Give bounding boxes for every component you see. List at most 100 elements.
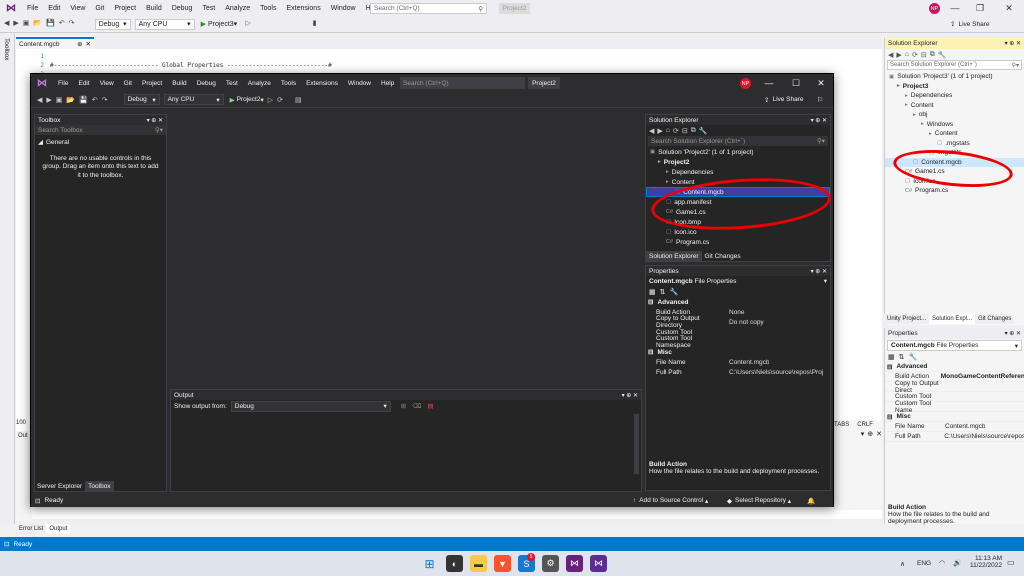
properties-icon[interactable]: 🔧 xyxy=(699,127,708,135)
props-section[interactable]: ⊟ Advanced xyxy=(646,297,830,307)
layout-icon[interactable]: ▤ xyxy=(295,96,302,104)
inner-maximize-button[interactable]: ☐ xyxy=(782,74,810,92)
alphabetical-icon[interactable]: ⇅ xyxy=(660,288,666,296)
tree-item[interactable]: ▸ Content xyxy=(885,129,1024,139)
save-icon[interactable]: 💾 xyxy=(79,96,88,104)
crlf-indicator[interactable]: CRLF xyxy=(857,422,873,428)
menu-item-window[interactable]: Window xyxy=(326,5,361,12)
menu-item-build[interactable]: Build xyxy=(141,5,167,12)
tab-solution-expl-[interactable]: Solution Expl... xyxy=(929,314,976,324)
redo-icon[interactable]: ↷ xyxy=(69,19,75,30)
menu-item-test[interactable]: Test xyxy=(221,80,243,87)
forward-icon[interactable]: ▶ xyxy=(657,127,662,135)
run-button[interactable]: ▶ Project3 ▾ xyxy=(201,20,238,29)
tree-item[interactable]: ▢ .mgstats xyxy=(885,139,1024,149)
show-all-icon[interactable]: ⧉ xyxy=(691,127,696,135)
collapse-icon[interactable]: ⊟ xyxy=(682,127,688,135)
toolbox-tab[interactable]: Toolbox xyxy=(3,38,10,60)
menu-item-analyze[interactable]: Analyze xyxy=(220,5,255,12)
outer-props-object[interactable]: Content.mgcb File Properties ▾ xyxy=(887,340,1022,351)
tab-toolbox[interactable]: Toolbox xyxy=(85,481,114,492)
tabs-indicator[interactable]: TABS xyxy=(834,422,849,428)
inner-props-object[interactable]: Content.mgcb File Properties ▾ xyxy=(646,276,830,286)
add-source-control-button[interactable]: ↑ Add to Source Control ▴ xyxy=(633,497,708,505)
inner-config-dropdown[interactable]: Debug ▾ xyxy=(123,94,160,105)
redo-icon[interactable]: ↷ xyxy=(102,96,108,104)
tree-item[interactable]: ▣ Solution 'Project3' (1 of 1 project) xyxy=(885,72,1024,82)
undo-icon[interactable]: ↶ xyxy=(92,96,98,104)
dropdown-icon[interactable]: ▾ xyxy=(861,430,865,438)
props-section[interactable]: ⊟ Advanced xyxy=(885,362,1024,372)
select-repo-button[interactable]: ◆ Select Repository ▴ xyxy=(727,497,791,505)
menu-item-tools[interactable]: Tools xyxy=(276,80,301,87)
toolbox-search[interactable]: Search Toolbox ⚲▾ xyxy=(35,125,166,135)
back-icon[interactable]: ◀ xyxy=(4,19,9,30)
tree-item[interactable]: ▸ Project3 xyxy=(885,82,1024,92)
menu-item-file[interactable]: File xyxy=(53,80,73,87)
tree-item[interactable]: ▸ obj xyxy=(885,110,1024,120)
clock[interactable]: 11:13 AM 11/22/2022 xyxy=(967,555,1002,569)
property-row[interactable]: Copy to Output Direct xyxy=(885,380,1024,394)
tree-item[interactable]: ▸ Content xyxy=(885,101,1024,111)
tab-git-changes[interactable]: Git Changes xyxy=(702,251,744,262)
menu-item-project[interactable]: Project xyxy=(137,80,167,87)
live-share-button[interactable]: ⇪ Live Share xyxy=(950,20,990,29)
tree-item[interactable]: ▸ Dependencies xyxy=(885,91,1024,101)
menu-item-help[interactable]: Help xyxy=(376,80,399,87)
tree-item[interactable]: ▣ Solution 'Project2' (1 of 1 project) xyxy=(646,147,830,157)
tab-error-list[interactable]: Error List xyxy=(16,523,47,534)
menu-item-git[interactable]: Git xyxy=(119,80,137,87)
open-icon[interactable]: 📂 xyxy=(33,19,42,30)
tree-item[interactable]: ▸ Dependencies xyxy=(646,167,830,177)
tab-unity-project-[interactable]: Unity Project... xyxy=(884,314,930,324)
property-row[interactable]: Full Path C:\Users\Niels\source\repos xyxy=(885,432,1024,442)
panel-controls[interactable]: ▾ ⊕ ✕ xyxy=(811,117,827,124)
visual-studio-icon[interactable]: ⋈ xyxy=(566,555,583,572)
notification-icon[interactable]: 🔔 xyxy=(807,497,815,505)
menu-item-view[interactable]: View xyxy=(95,80,119,87)
brave-browser-icon[interactable]: ▼ xyxy=(494,555,511,572)
menu-item-extensions[interactable]: Extensions xyxy=(281,5,325,12)
tab-git-changes[interactable]: Git Changes xyxy=(975,314,1015,324)
feedback-icon[interactable]: ⚐ xyxy=(817,96,823,104)
menu-item-edit[interactable]: Edit xyxy=(43,5,65,12)
open-icon[interactable]: 📂 xyxy=(66,96,75,104)
undo-icon[interactable]: ↶ xyxy=(59,19,65,30)
menu-item-window[interactable]: Window xyxy=(343,80,376,87)
tree-item[interactable]: ▸ Windows xyxy=(885,120,1024,130)
panel-controls[interactable]: ▾ ⊕ ✕ xyxy=(811,268,827,275)
close-icon[interactable]: ✕ xyxy=(876,430,882,438)
forward-icon[interactable]: ▶ xyxy=(896,51,901,59)
menu-item-debug[interactable]: Debug xyxy=(192,80,221,87)
menu-item-extensions[interactable]: Extensions xyxy=(301,80,343,87)
back-icon[interactable]: ◀ xyxy=(37,96,42,104)
maximize-button[interactable]: ❐ xyxy=(965,0,995,16)
show-all-icon[interactable]: ⧉ xyxy=(930,51,935,59)
clear-icon[interactable]: ⌫ xyxy=(412,402,421,410)
menu-item-debug[interactable]: Debug xyxy=(167,5,198,12)
config-dropdown[interactable]: Debug ▾ xyxy=(94,18,131,30)
tree-item[interactable]: ▸ Project2 xyxy=(646,157,830,167)
play-outline-icon[interactable]: ▷ xyxy=(245,19,250,30)
platform-dropdown[interactable]: Any CPU ▾ xyxy=(134,18,195,30)
pin-icon[interactable]: ⊕ xyxy=(867,430,873,438)
inner-live-share-button[interactable]: ⇪ Live Share xyxy=(764,96,804,104)
settings-icon[interactable]: ⚙ xyxy=(542,555,559,572)
inner-platform-dropdown[interactable]: Any CPU ▾ xyxy=(163,94,224,105)
panel-controls[interactable]: ▾ ⊕ ✕ xyxy=(1005,40,1021,47)
language-indicator[interactable]: ENG xyxy=(917,560,931,567)
tray-chevron-icon[interactable]: ∧ xyxy=(900,560,905,568)
show-output-dropdown[interactable]: Debug ▾ xyxy=(230,400,391,412)
menu-item-build[interactable]: Build xyxy=(167,80,191,87)
inner-minimize-button[interactable]: — xyxy=(755,74,783,92)
forward-icon[interactable]: ▶ xyxy=(13,19,18,30)
wifi-icon[interactable]: ◠ xyxy=(939,559,945,567)
sync-icon[interactable]: ⟳ xyxy=(673,127,679,135)
toolbox-group-general[interactable]: ◢ General xyxy=(35,137,166,147)
bookmark-icon[interactable]: ▮ xyxy=(313,19,317,30)
property-row[interactable]: File Name Content.mgcb xyxy=(885,422,1024,432)
inner-search-input[interactable]: Search (Ctrl+Q) xyxy=(400,77,525,89)
home-icon[interactable]: ⌂ xyxy=(905,51,909,58)
property-row[interactable]: File Name Content.mgcb xyxy=(646,357,830,367)
new-item-icon[interactable]: ▣ xyxy=(56,96,63,104)
